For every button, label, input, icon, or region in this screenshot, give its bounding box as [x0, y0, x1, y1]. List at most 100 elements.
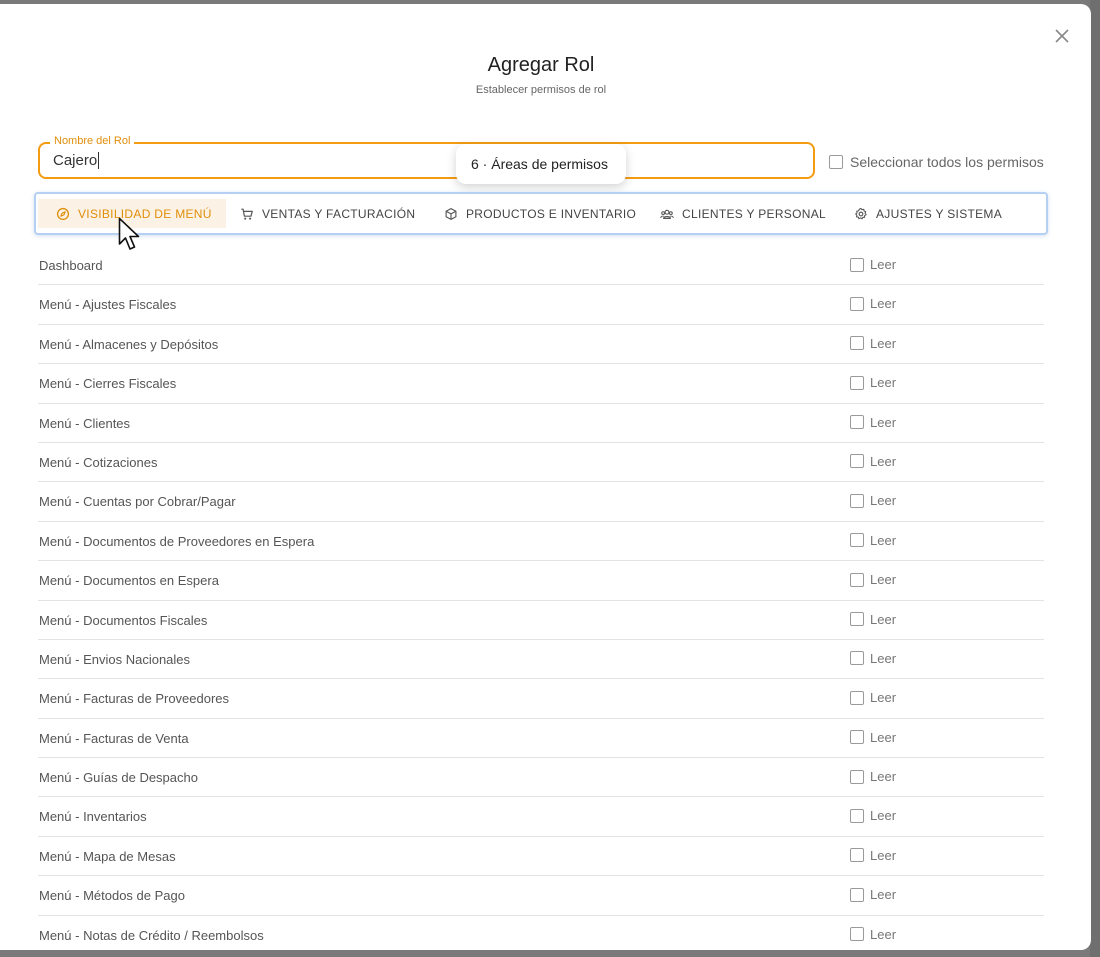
read-permission-toggle[interactable]: Leer — [850, 533, 896, 548]
read-label: Leer — [870, 926, 897, 942]
read-permission-toggle[interactable]: Leer — [850, 690, 896, 705]
read-checkbox[interactable] — [850, 651, 864, 666]
read-label: Leer — [870, 572, 897, 588]
read-label: Leer — [870, 611, 897, 627]
box-icon — [445, 207, 457, 220]
read-checkbox[interactable] — [850, 493, 864, 508]
read-label: Leer — [870, 847, 897, 863]
tab-label: VISIBILIDAD DE MENÚ — [78, 206, 212, 221]
permission-name: Menú - Guías de Despacho — [39, 770, 198, 786]
tab-clients-staff[interactable]: CLIENTES Y PERSONAL — [642, 199, 840, 228]
tab-products-inventory[interactable]: PRODUCTOS E INVENTARIO — [426, 199, 650, 228]
permission-name: Menú - Métodos de Pago — [39, 888, 185, 904]
permission-tabs: VISIBILIDAD DE MENÚ VENTAS Y FACTURACIÓN… — [34, 192, 1048, 235]
permission-name: Menú - Almacenes y Depósitos — [39, 336, 219, 352]
read-label: Leer — [870, 887, 897, 903]
read-label: Leer — [870, 769, 897, 785]
permission-row: Menú - Inventarios Leer — [38, 797, 1044, 837]
read-permission-toggle[interactable]: Leer — [850, 493, 896, 508]
permission-name: Menú - Cuentas por Cobrar/Pagar — [39, 494, 236, 510]
read-checkbox[interactable] — [850, 848, 864, 863]
permission-name: Menú - Envios Nacionales — [39, 651, 191, 667]
read-label: Leer — [870, 808, 897, 824]
read-permission-toggle[interactable]: Leer — [850, 730, 896, 745]
read-label: Leer — [870, 375, 897, 391]
permission-row: Menú - Facturas de Proveedores Leer — [38, 679, 1044, 719]
read-label: Leer — [870, 257, 897, 272]
close-button[interactable] — [1052, 26, 1072, 46]
read-label: Leer — [870, 335, 897, 351]
read-checkbox[interactable] — [850, 415, 864, 430]
read-permission-toggle[interactable]: Leer — [850, 612, 896, 627]
read-checkbox[interactable] — [850, 730, 864, 745]
permission-row: Menú - Cuentas por Cobrar/Pagar Leer — [38, 482, 1044, 522]
select-all-checkbox[interactable] — [829, 155, 843, 169]
permission-name: Menú - Cierres Fiscales — [39, 376, 177, 392]
read-checkbox[interactable] — [850, 454, 864, 469]
read-permission-toggle[interactable]: Leer — [850, 336, 896, 351]
tab-sales-billing[interactable]: VENTAS Y FACTURACIÓN — [222, 199, 429, 228]
permission-row: Menú - Clientes Leer — [38, 404, 1044, 443]
permission-row: Menú - Mapa de Mesas Leer — [38, 837, 1044, 877]
permission-row: Menú - Cotizaciones Leer — [38, 443, 1044, 483]
read-checkbox[interactable] — [850, 572, 864, 587]
gear-icon — [855, 207, 867, 219]
permission-name: Menú - Cotizaciones — [39, 454, 158, 470]
permission-row: Menú - Guías de Despacho Leer — [38, 758, 1044, 798]
permission-name: Menú - Mapa de Mesas — [39, 848, 176, 864]
read-checkbox[interactable] — [850, 257, 864, 272]
users-icon — [660, 209, 674, 219]
permission-name: Dashboard — [39, 258, 103, 273]
read-permission-toggle[interactable]: Leer — [850, 887, 896, 902]
read-permission-toggle[interactable]: Leer — [850, 257, 896, 272]
read-label: Leer — [870, 729, 897, 745]
permission-name: Menú - Clientes — [39, 415, 131, 431]
read-permission-toggle[interactable]: Leer — [850, 375, 896, 390]
permission-row: Menú - Métodos de Pago Leer — [38, 876, 1044, 916]
tab-label: PRODUCTOS E INVENTARIO — [466, 206, 637, 221]
role-name-label: Nombre del Rol — [50, 135, 135, 147]
read-permission-toggle[interactable]: Leer — [850, 296, 896, 311]
cart-icon — [241, 208, 253, 220]
read-checkbox[interactable] — [850, 375, 864, 390]
read-permission-toggle[interactable]: Leer — [850, 454, 896, 469]
permission-row: Menú - Documentos en Espera Leer — [38, 561, 1044, 601]
read-checkbox[interactable] — [850, 690, 864, 705]
read-permission-toggle[interactable]: Leer — [850, 572, 896, 587]
permission-row: Menú - Facturas de Venta Leer — [38, 719, 1044, 759]
read-checkbox[interactable] — [850, 808, 864, 823]
permission-name: Menú - Facturas de Venta — [39, 730, 189, 746]
read-label: Leer — [870, 414, 897, 430]
read-permission-toggle[interactable]: Leer — [850, 651, 896, 666]
read-checkbox[interactable] — [850, 336, 864, 351]
read-label: Leer — [870, 690, 897, 706]
read-permission-toggle[interactable]: Leer — [850, 808, 896, 823]
read-permission-toggle[interactable]: Leer — [850, 415, 896, 430]
permission-row: Menú - Cierres Fiscales Leer — [38, 364, 1044, 404]
read-permission-toggle[interactable]: Leer — [850, 848, 896, 863]
permissions-list: Dashboard Leer Menú - Ajustes Fiscales Leer… — [38, 246, 1044, 950]
permission-name: Menú - Notas de Crédito / Reembolsos — [39, 927, 264, 943]
read-checkbox[interactable] — [850, 927, 864, 942]
permission-row: Dashboard Leer — [38, 246, 1044, 286]
role-name-field[interactable]: Nombre del Rol Cajero — [38, 135, 815, 179]
read-label: Leer — [870, 493, 897, 509]
read-checkbox[interactable] — [850, 612, 864, 627]
read-checkbox[interactable] — [850, 769, 864, 784]
tab-label: CLIENTES Y PERSONAL — [682, 206, 826, 221]
role-name-input[interactable]: Cajero — [53, 152, 100, 169]
backdrop — [1090, 0, 1100, 957]
tab-settings-system[interactable]: AJUSTES Y SISTEMA — [836, 199, 1016, 228]
permission-areas-tooltip: 6 · Áreas de permisos — [456, 144, 626, 184]
select-all-permissions[interactable]: Seleccionar todos los permisos — [829, 154, 1044, 170]
read-checkbox[interactable] — [850, 887, 864, 902]
permission-name: Menú - Ajustes Fiscales — [39, 297, 177, 313]
select-all-label: Seleccionar todos los permisos — [850, 154, 1044, 170]
permission-name: Menú - Documentos en Espera — [39, 573, 219, 589]
permission-row: Menú - Documentos de Proveedores en Espe… — [38, 522, 1044, 562]
read-permission-toggle[interactable]: Leer — [850, 927, 896, 942]
read-label: Leer — [870, 532, 897, 548]
read-checkbox[interactable] — [850, 533, 864, 548]
read-checkbox[interactable] — [850, 296, 864, 311]
read-permission-toggle[interactable]: Leer — [850, 769, 896, 784]
